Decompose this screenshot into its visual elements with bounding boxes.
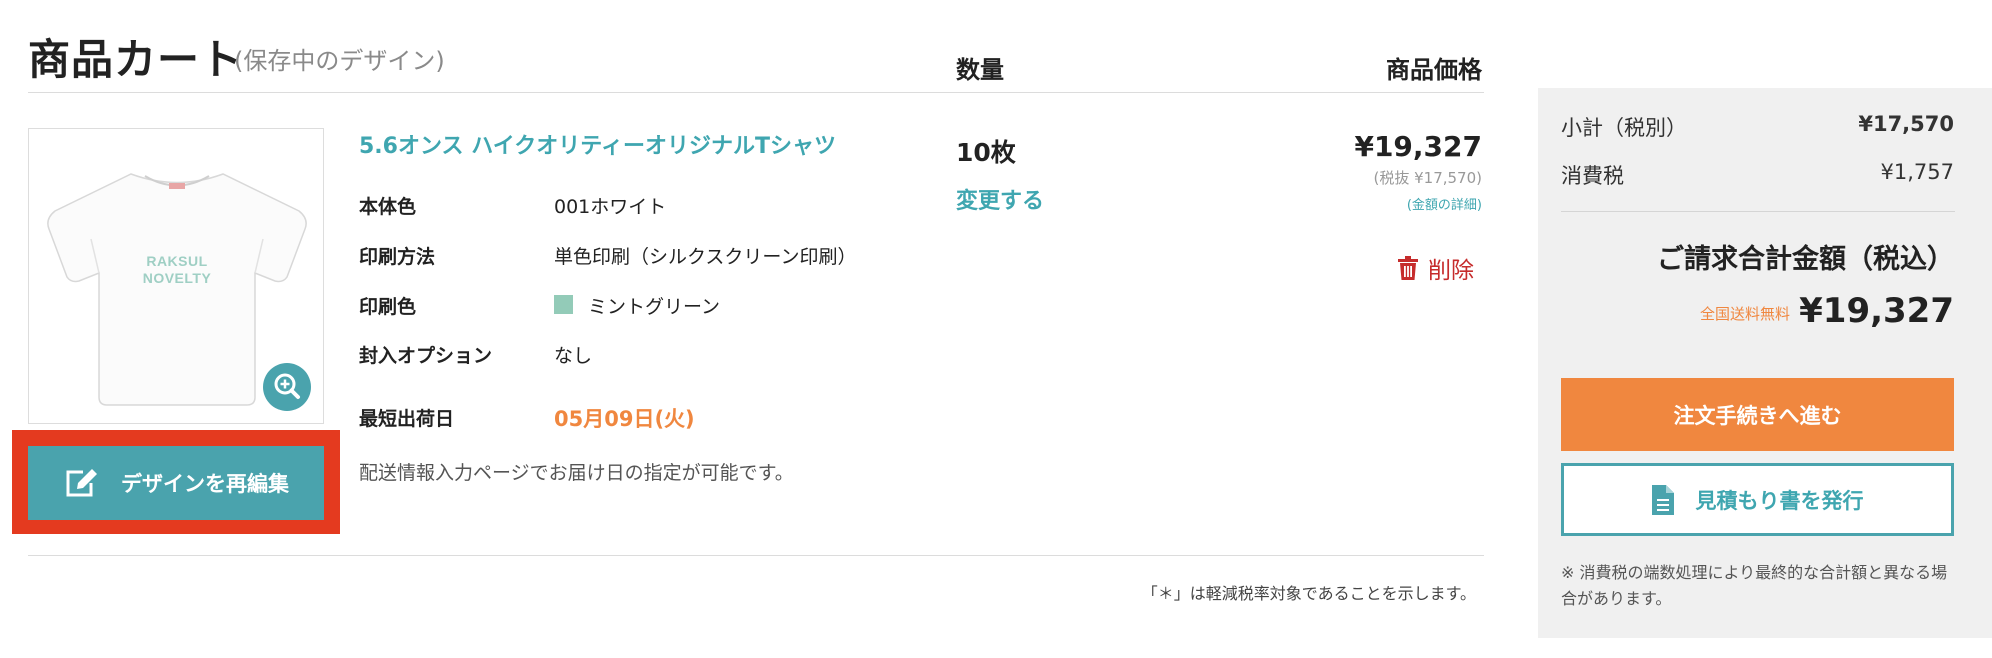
tax-label: 消費税 (1561, 164, 1624, 188)
ship-date-value: 05月09日(火) (554, 407, 695, 431)
change-quantity-link[interactable]: 変更する (956, 183, 1044, 215)
print-color-swatch (554, 295, 573, 314)
subtotal-value: ¥17,570 (1858, 112, 1954, 136)
price-detail-link[interactable]: (金額の詳細) (1300, 194, 1482, 213)
price-column-header: 商品価格 (1386, 56, 1482, 84)
zoom-button[interactable] (263, 363, 311, 411)
summary-divider (1561, 211, 1955, 212)
spec-label-body-color: 本体色 (359, 196, 417, 218)
print-text-line-2: NOVELTY (142, 270, 212, 286)
item-price: ¥19,327 (1354, 130, 1482, 163)
delete-button-label: 削除 (1428, 258, 1474, 284)
proceed-to-order-label: 注文手続きへ進む (1673, 403, 1842, 428)
document-icon (1651, 484, 1674, 515)
spec-value-insert-option: なし (554, 345, 593, 367)
item-price-excl-tax: (税抜 ¥17,570) (1373, 169, 1482, 187)
spec-label-print-color: 印刷色 (359, 296, 417, 318)
print-text-line-1: RAKSUL (146, 253, 208, 269)
redesign-button[interactable]: デザインを再編集 (28, 446, 324, 520)
zoom-in-icon (274, 373, 300, 399)
header-divider (28, 92, 1484, 93)
tax-value: ¥1,757 (1880, 160, 1954, 184)
page-title: 商品カート (28, 35, 244, 84)
spec-label-print-method: 印刷方法 (359, 246, 436, 268)
spec-value-body-color: 001ホワイト (554, 196, 667, 218)
free-shipping-badge: 全国送料無料 (1699, 305, 1790, 323)
spec-value-print-method: 単色印刷（シルクスクリーン印刷） (554, 246, 857, 268)
ship-date-label: 最短出荷日 (359, 408, 455, 430)
total-amount: ¥19,327 (1799, 291, 1954, 331)
issue-quote-button[interactable]: 見積もり書を発行 (1561, 463, 1954, 536)
delete-button[interactable]: 削除 (1398, 251, 1474, 285)
product-name-link[interactable]: 5.6オンス ハイクオリティーオリジナルTシャツ (359, 128, 836, 160)
issue-quote-label: 見積もり書を発行 (1695, 488, 1864, 513)
quantity-value: 10枚 (956, 138, 1016, 167)
trash-icon (1398, 256, 1418, 280)
reduced-tax-footnote: 「＊」は軽減税率対象であることを示します。 (1141, 584, 1476, 603)
spec-label-insert-option: 封入オプション (359, 345, 493, 367)
page-subtitle: (保存中のデザイン) (234, 47, 445, 75)
proceed-to-order-button[interactable]: 注文手続きへ進む (1561, 378, 1954, 451)
content-divider (28, 555, 1484, 556)
ship-note: 配送情報入力ページでお届け日の指定が可能です。 (359, 462, 794, 484)
subtotal-label: 小計（税別） (1561, 116, 1687, 140)
quantity-column-header: 数量 (956, 56, 1004, 84)
spec-value-print-color: ミントグリーン (588, 296, 721, 318)
edit-icon (66, 469, 97, 497)
rounding-note: ※ 消費税の端数処理により最終的な合計額と異なる場合があります。 (1561, 563, 1948, 608)
redesign-button-label: デザインを再編集 (121, 472, 289, 496)
total-title: ご請求合計金額（税込） (1657, 244, 1954, 275)
